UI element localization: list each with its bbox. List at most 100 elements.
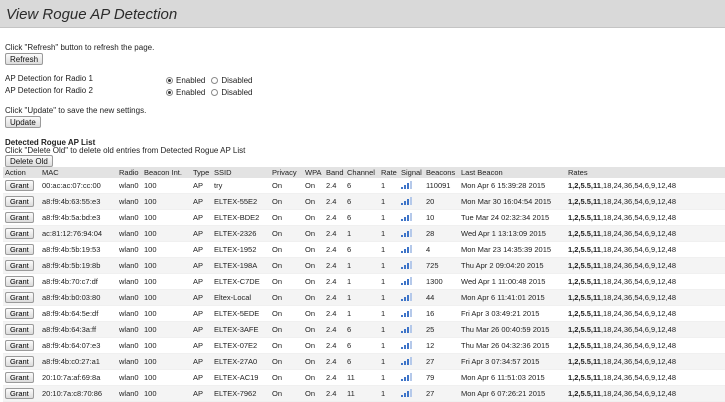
radio-cell: wlan0 (117, 193, 142, 210)
col-header-ssid: SSID (212, 167, 270, 178)
radio-cell: wlan0 (117, 385, 142, 402)
grant-button[interactable]: Grant (5, 388, 34, 399)
rate-cell: 1 (379, 385, 399, 402)
table-row: Grant a8:f9:4b:b0:03:80 wlan0 100 AP Eltex-Lo… (3, 289, 725, 306)
basic-rates: 1,2,5.5,11 (568, 261, 601, 270)
col-header-signal: Signal (399, 167, 424, 178)
basic-rates: 1,2,5.5,11 (568, 373, 601, 382)
channel-cell: 6 (345, 241, 379, 258)
rates-cell: 1,2,5.5,11,18,24,36,54,6,9,12,48 (566, 305, 725, 322)
beacons-cell: 4 (424, 241, 459, 258)
grant-button[interactable]: Grant (5, 180, 34, 191)
col-header-last-beacon: Last Beacon (459, 167, 566, 178)
grant-button[interactable]: Grant (5, 372, 34, 383)
wpa-cell: On (303, 257, 324, 274)
radio1-enabled-radio[interactable] (166, 77, 173, 84)
beacons-cell: 28 (424, 225, 459, 242)
mac-cell: a8:f9:4b:5a:bd:e3 (40, 209, 117, 226)
table-row: Grant a8:f9:4b:63:55:e3 wlan0 100 AP ELTEX-55… (3, 193, 725, 210)
radio-cell: wlan0 (117, 321, 142, 338)
grant-button[interactable]: Grant (5, 276, 34, 287)
delete-old-button[interactable]: Delete Old (5, 155, 53, 167)
grant-button[interactable]: Grant (5, 340, 34, 351)
radio-cell: wlan0 (117, 289, 142, 306)
beacon-int-cell: 100 (142, 225, 191, 242)
grant-button[interactable]: Grant (5, 244, 34, 255)
radio2-enabled-radio[interactable] (166, 89, 173, 96)
update-button[interactable]: Update (5, 116, 41, 128)
privacy-cell: On (270, 257, 303, 274)
radio-cell: wlan0 (117, 178, 142, 194)
supported-rates: ,18,24,36,54,6,9,12,48 (600, 373, 677, 382)
radio-cell: wlan0 (117, 241, 142, 258)
mac-cell: a8:f9:4b:5b:19:8b (40, 257, 117, 274)
radio-cell: wlan0 (117, 225, 142, 242)
supported-rates: ,18,24,36,54,6,9,12,48 (600, 213, 677, 222)
type-cell: AP (191, 193, 212, 210)
channel-cell: 1 (345, 289, 379, 306)
rate-cell: 1 (379, 289, 399, 306)
col-header-type: Type (191, 167, 212, 178)
rate-cell: 1 (379, 178, 399, 194)
radio1-options: Enabled Disabled (166, 76, 259, 85)
type-cell: AP (191, 337, 212, 354)
signal-bars-icon (401, 340, 412, 349)
privacy-cell: On (270, 337, 303, 354)
last-beacon-cell: Thu Apr 2 09:04:20 2015 (459, 257, 566, 274)
grant-button[interactable]: Grant (5, 356, 34, 367)
grant-button[interactable]: Grant (5, 308, 34, 319)
grant-button[interactable]: Grant (5, 196, 34, 207)
col-header-rates: Rates (566, 167, 725, 178)
beacon-int-cell: 100 (142, 241, 191, 258)
wpa-cell: On (303, 321, 324, 338)
last-beacon-cell: Mon Mar 30 16:04:54 2015 (459, 193, 566, 210)
table-row: Grant a8:f9:4b:64:3a:ff wlan0 100 AP ELTEX-3A… (3, 321, 725, 338)
grant-button[interactable]: Grant (5, 212, 34, 223)
table-row: Grant 20:10:7a:af:69:8a wlan0 100 AP ELTEX-AC… (3, 369, 725, 386)
supported-rates: ,18,24,36,54,6,9,12,48 (600, 229, 677, 238)
table-row: Grant a8:f9:4b:5b:19:8b wlan0 100 AP ELTEX-19… (3, 257, 725, 274)
action-cell: Grant (3, 225, 40, 242)
signal-bars-icon (401, 228, 412, 237)
channel-cell: 1 (345, 225, 379, 242)
rogue-ap-table: Action MAC Radio Beacon Int. Type SSID P… (3, 167, 725, 402)
type-cell: AP (191, 209, 212, 226)
band-cell: 2.4 (324, 289, 345, 306)
col-header-wpa: WPA (303, 167, 324, 178)
privacy-cell: On (270, 369, 303, 386)
mac-cell: a8:f9:4b:70:c7:df (40, 273, 117, 290)
supported-rates: ,18,24,36,54,6,9,12,48 (600, 293, 677, 302)
signal-bars-icon (401, 308, 412, 317)
channel-cell: 1 (345, 305, 379, 322)
band-cell: 2.4 (324, 178, 345, 194)
type-cell: AP (191, 353, 212, 370)
beacons-cell: 44 (424, 289, 459, 306)
privacy-cell: On (270, 321, 303, 338)
basic-rates: 1,2,5.5,11 (568, 357, 601, 366)
grant-button[interactable]: Grant (5, 228, 34, 239)
rate-cell: 1 (379, 305, 399, 322)
ssid-cell: ELTEX-AC19 (212, 369, 270, 386)
grant-button[interactable]: Grant (5, 324, 34, 335)
basic-rates: 1,2,5.5,11 (568, 245, 601, 254)
radio1-disabled-radio[interactable] (211, 77, 219, 84)
action-cell: Grant (3, 209, 40, 226)
table-row: Grant a8:f9:4b:70:c7:df wlan0 100 AP ELTEX-C7… (3, 273, 725, 290)
type-cell: AP (191, 241, 212, 258)
radio-cell: wlan0 (117, 257, 142, 274)
type-cell: AP (191, 321, 212, 338)
grant-button[interactable]: Grant (5, 292, 34, 303)
beacon-int-cell: 100 (142, 289, 191, 306)
radio2-disabled-radio[interactable] (211, 89, 219, 96)
radio2-options: Enabled Disabled (166, 88, 259, 97)
band-cell: 2.4 (324, 385, 345, 402)
rate-cell: 1 (379, 193, 399, 210)
table-row: Grant a8:f9:4b:c0:27:a1 wlan0 100 AP ELTEX-27… (3, 353, 725, 370)
channel-cell: 6 (345, 178, 379, 194)
grant-button[interactable]: Grant (5, 260, 34, 271)
band-cell: 2.4 (324, 193, 345, 210)
privacy-cell: On (270, 225, 303, 242)
signal-cell (399, 241, 424, 258)
radio-cell: wlan0 (117, 305, 142, 322)
refresh-button[interactable]: Refresh (5, 53, 44, 65)
